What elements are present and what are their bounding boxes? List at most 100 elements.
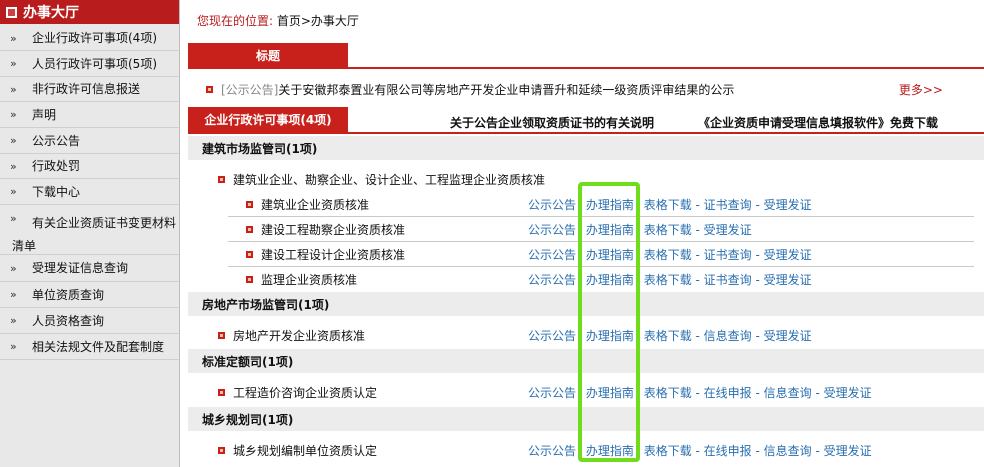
link-announcement[interactable]: 公示公告 xyxy=(528,248,576,262)
separator: - xyxy=(811,386,824,400)
notice-link[interactable]: 关于安徽邦泰置业有限公司等房地产开发企业申请晋升和延续一级资质评审结果的公示 xyxy=(278,81,734,98)
separator: - xyxy=(751,273,764,287)
item-links: 公示公告 办理指南 表格下载 - 信息查询 - 受理发证 xyxy=(528,327,812,344)
subgroup-link[interactable]: 建筑业企业、勘察企业、设计企业、工程监理企业资质核准 xyxy=(233,171,545,188)
link-form-download[interactable]: 表格下载 xyxy=(644,248,692,262)
item-links: 公示公告 办理指南 表格下载 - 证书查询 - 受理发证 xyxy=(528,271,812,288)
more-link[interactable]: 更多>> xyxy=(899,81,943,98)
separator: - xyxy=(691,444,704,458)
sidebar-item-non-permit-info[interactable]: » 非行政许可信息报送 xyxy=(0,77,179,102)
bullet-icon xyxy=(218,389,225,396)
sidebar-item-label: 有关企业资质证书变更材料清单 xyxy=(12,216,177,253)
item-name[interactable]: 工程造价咨询企业资质认定 xyxy=(233,384,377,401)
link-info-query[interactable]: 信息查询 xyxy=(764,444,812,458)
sidebar-item-label: 受理发证信息查询 xyxy=(32,261,129,275)
sidebar-item-label: 公示公告 xyxy=(32,134,81,148)
separator: - xyxy=(691,329,704,343)
sidebar-item-label: 相关法规文件及配套制度 xyxy=(32,340,165,354)
chevron-right-icon: » xyxy=(10,185,17,198)
bullet-icon xyxy=(246,226,253,233)
sidebar-item-enterprise-permits[interactable]: » 企业行政许可事项(4项) xyxy=(0,26,179,51)
sidebar-item-personnel-qualification[interactable]: » 人员资格查询 xyxy=(0,308,179,334)
item-links: 公示公告 办理指南 表格下载 - 证书查询 - 受理发证 xyxy=(528,196,812,213)
link-announcement[interactable]: 公示公告 xyxy=(528,329,576,343)
link-issuance[interactable]: 受理发证 xyxy=(764,273,812,287)
sidebar-item-label: 企业行政许可事项(4项) xyxy=(32,31,157,45)
link-issuance[interactable]: 受理发证 xyxy=(764,248,812,262)
link-form-download[interactable]: 表格下载 xyxy=(644,329,692,343)
sidebar: 办事大厅 » 企业行政许可事项(4项) » 人员行政许可事项(5项) » 非行政… xyxy=(0,0,180,467)
separator: - xyxy=(751,329,764,343)
item-title: 城乡规划编制单位资质认定 xyxy=(218,442,377,459)
sidebar-header: 办事大厅 xyxy=(0,0,179,24)
item-name[interactable]: 建设工程设计企业资质核准 xyxy=(261,246,405,263)
separator: - xyxy=(751,386,764,400)
link-info-query[interactable]: 信息查询 xyxy=(764,386,812,400)
link-cert-query[interactable]: 证书查询 xyxy=(704,248,752,262)
link-announcement[interactable]: 公示公告 xyxy=(528,198,576,212)
sidebar-item-cert-change-materials[interactable]: » 有关企业资质证书变更材料清单 xyxy=(0,205,179,255)
item-title: 建筑业企业资质核准 xyxy=(246,196,369,213)
breadcrumb-path[interactable]: 首页>办事大厅 xyxy=(277,14,359,28)
link-issuance[interactable]: 受理发证 xyxy=(704,223,752,237)
sidebar-item-label: 单位资质查询 xyxy=(32,288,105,302)
sidebar-item-downloads[interactable]: » 下载中心 xyxy=(0,179,179,205)
item-name[interactable]: 城乡规划编制单位资质认定 xyxy=(233,442,377,459)
sidebar-item-label: 声明 xyxy=(32,108,57,122)
sidebar-item-label: 人员行政许可事项(5项) xyxy=(32,57,157,71)
sidebar-item-unit-qualification[interactable]: » 单位资质查询 xyxy=(0,282,179,308)
link-announcement[interactable]: 公示公告 xyxy=(528,386,576,400)
link-issuance[interactable]: 受理发证 xyxy=(824,386,872,400)
tab-enterprise-permits[interactable]: 企业行政许可事项(4项) xyxy=(188,107,348,132)
link-form-download[interactable]: 表格下载 xyxy=(644,444,692,458)
sidebar-title: 办事大厅 xyxy=(23,5,79,21)
chevron-right-icon: » xyxy=(10,108,17,121)
divider xyxy=(188,132,984,134)
link-issuance[interactable]: 受理发证 xyxy=(764,198,812,212)
link-form-download[interactable]: 表格下载 xyxy=(644,223,692,237)
tab-software-download[interactable]: 《企业资质申请受理信息填报软件》免费下载 xyxy=(698,114,938,131)
item-title: 监理企业资质核准 xyxy=(246,271,357,288)
sidebar-item-penalties[interactable]: » 行政处罚 xyxy=(0,154,179,179)
subgroup-title: 建筑业企业、勘察企业、设计企业、工程监理企业资质核准 xyxy=(218,171,545,188)
link-announcement[interactable]: 公示公告 xyxy=(528,273,576,287)
sidebar-item-announcements[interactable]: » 公示公告 xyxy=(0,128,179,154)
link-issuance[interactable]: 受理发证 xyxy=(824,444,872,458)
sidebar-item-label: 行政处罚 xyxy=(32,159,81,173)
item-links: 公示公告 办理指南 表格下载 - 证书查询 - 受理发证 xyxy=(528,246,812,263)
item-title: 房地产开发企业资质核准 xyxy=(218,327,365,344)
link-info-query[interactable]: 信息查询 xyxy=(704,329,752,343)
item-name[interactable]: 建筑业企业资质核准 xyxy=(261,196,369,213)
separator: - xyxy=(691,223,704,237)
bullet-icon xyxy=(218,176,225,183)
link-cert-query[interactable]: 证书查询 xyxy=(704,273,752,287)
menu-icon xyxy=(6,6,17,18)
tab-cert-collection-notice[interactable]: 关于公告企业领取资质证书的有关说明 xyxy=(450,114,654,131)
sidebar-item-label: 下载中心 xyxy=(32,185,81,199)
sidebar-item-label: 非行政许可信息报送 xyxy=(32,82,141,96)
link-form-download[interactable]: 表格下载 xyxy=(644,273,692,287)
item-name[interactable]: 房地产开发企业资质核准 xyxy=(233,327,365,344)
link-online-apply[interactable]: 在线申报 xyxy=(704,444,752,458)
link-announcement[interactable]: 公示公告 xyxy=(528,223,576,237)
chevron-right-icon: » xyxy=(10,83,17,96)
notice-tag: [公示公告] xyxy=(221,83,279,97)
notice-line: [公示公告] 关于安徽邦泰置业有限公司等房地产开发企业申请晋升和延续一级资质评审… xyxy=(206,81,734,98)
link-announcement[interactable]: 公示公告 xyxy=(528,444,576,458)
sidebar-item-personnel-permits[interactable]: » 人员行政许可事项(5项) xyxy=(0,51,179,77)
bullet-icon xyxy=(218,447,225,454)
link-form-download[interactable]: 表格下载 xyxy=(644,198,692,212)
separator: - xyxy=(811,444,824,458)
item-name[interactable]: 建设工程勘察企业资质核准 xyxy=(261,221,405,238)
link-issuance[interactable]: 受理发证 xyxy=(764,329,812,343)
chevron-right-icon: » xyxy=(10,314,17,327)
link-form-download[interactable]: 表格下载 xyxy=(644,386,692,400)
chevron-right-icon: » xyxy=(10,134,17,147)
sidebar-item-issuance-query[interactable]: » 受理发证信息查询 xyxy=(0,255,179,282)
link-online-apply[interactable]: 在线申报 xyxy=(704,386,752,400)
main-content: 您现在的位置: 首页>办事大厅 标题 [公示公告] 关于安徽邦泰置业有限公司等房… xyxy=(188,0,984,467)
item-name[interactable]: 监理企业资质核准 xyxy=(261,271,357,288)
link-cert-query[interactable]: 证书查询 xyxy=(704,198,752,212)
sidebar-item-regulations[interactable]: » 相关法规文件及配套制度 xyxy=(0,334,179,360)
sidebar-item-statement[interactable]: » 声明 xyxy=(0,102,179,128)
